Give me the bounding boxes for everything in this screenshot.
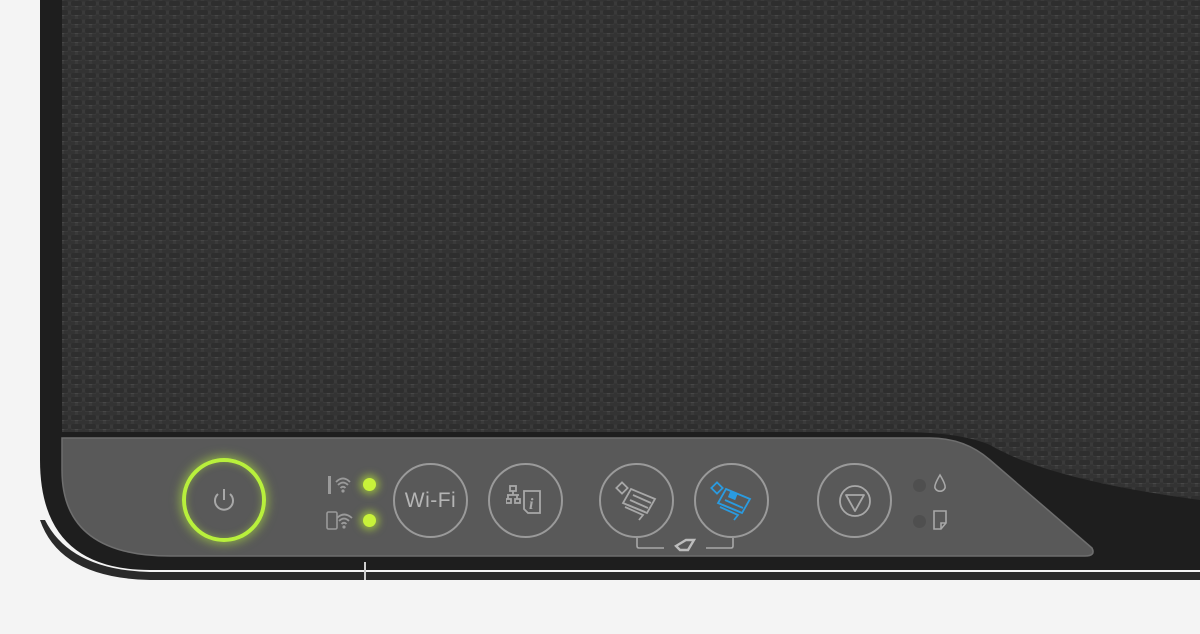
- power-icon: [214, 489, 234, 511]
- wifi-direct-icon: [326, 511, 353, 530]
- scanner-lid-icon: [636, 538, 734, 552]
- wifi-direct-led: [363, 514, 376, 527]
- network-status-button[interactable]: i: [488, 463, 563, 538]
- color-copy-button[interactable]: [694, 463, 769, 538]
- paper-led: [913, 515, 926, 528]
- stop-button[interactable]: [817, 463, 892, 538]
- power-button[interactable]: [182, 458, 266, 542]
- svg-text:i: i: [529, 496, 534, 513]
- paper-icon: [933, 510, 947, 530]
- bw-copy-button[interactable]: [599, 463, 674, 538]
- network-status-icon: i: [505, 484, 541, 514]
- color-copy-icon: [709, 480, 751, 521]
- ink-drop-icon: [934, 473, 946, 492]
- printer-body: [40, 0, 1200, 580]
- wifi-router-icon: [328, 476, 351, 494]
- wifi-led: [363, 478, 376, 491]
- stop-icon: [838, 484, 871, 517]
- wifi-button-label: Wi-Fi: [404, 488, 457, 512]
- wifi-button[interactable]: Wi-Fi: [393, 463, 468, 538]
- ink-led: [913, 479, 926, 492]
- bw-copy-icon: [614, 480, 656, 521]
